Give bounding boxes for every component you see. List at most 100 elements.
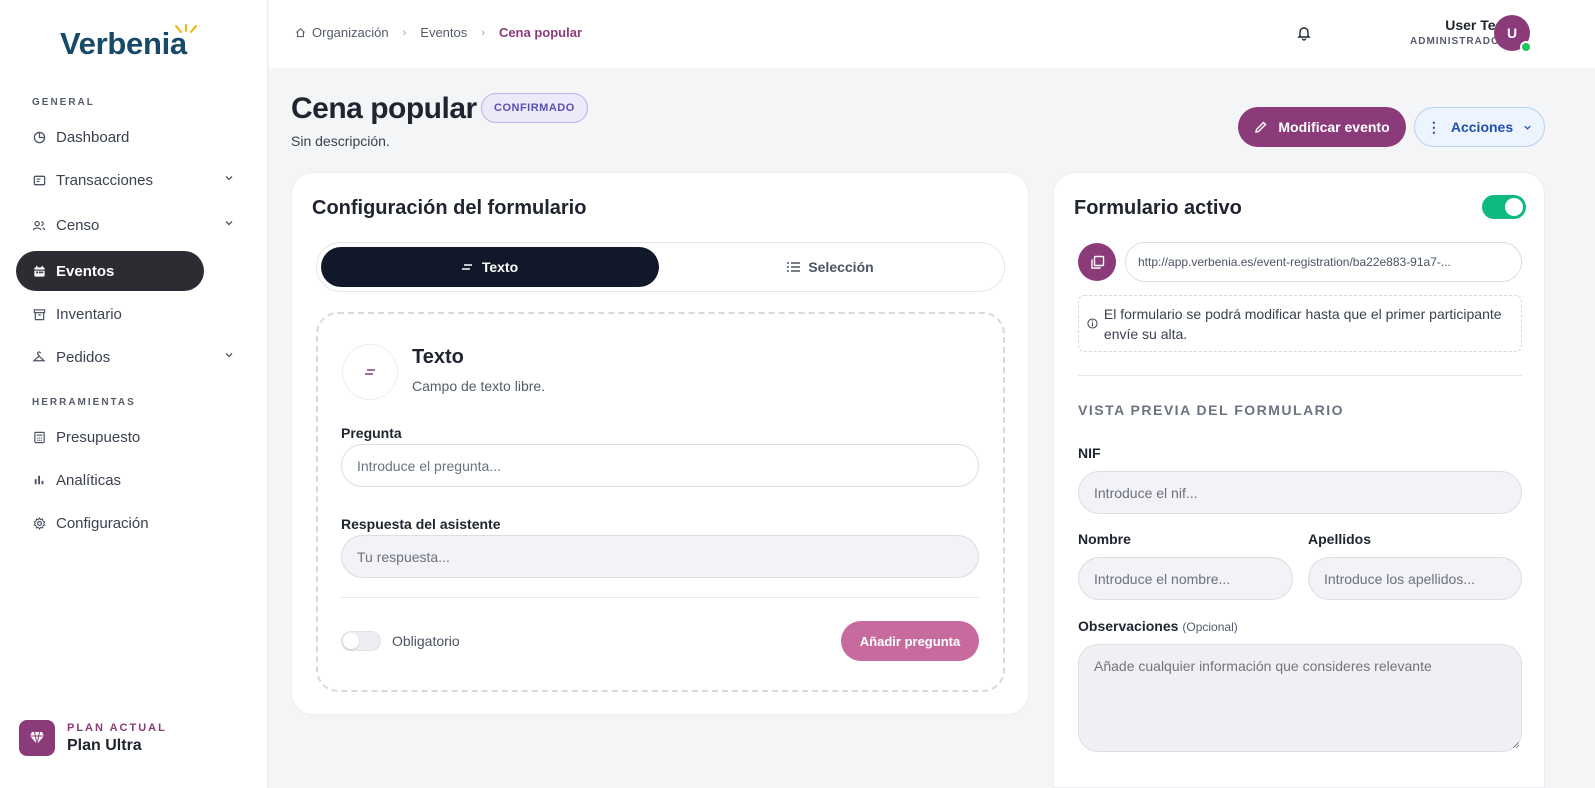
breadcrumb-current: Cena popular (498, 25, 583, 40)
edit-event-button[interactable]: Modificar evento (1238, 107, 1406, 147)
name-input[interactable] (1078, 557, 1293, 600)
tab-label: Selección (808, 259, 874, 275)
chevron-down-icon (1524, 125, 1531, 130)
notes-label-text: Observaciones (1078, 618, 1179, 634)
preview-title: VISTA PREVIA DEL FORMULARIO (1078, 402, 1345, 418)
actions-dropdown-button[interactable]: ⋮ Acciones (1414, 107, 1545, 147)
answer-preview-input[interactable] (341, 535, 979, 578)
notes-label: Observaciones (Opcional) (1078, 618, 1238, 634)
calendar-icon (32, 264, 46, 278)
sidebar-item-label: Presupuesto (56, 428, 141, 446)
pie-chart-icon (32, 130, 46, 144)
sidebar-item-label: Pedidos (56, 348, 111, 366)
text-lines-icon (461, 264, 472, 270)
surname-input[interactable] (1308, 557, 1522, 600)
info-notice: El formulario se podrá modificar hasta q… (1078, 295, 1522, 352)
sidebar-item-label: Eventos (56, 262, 115, 280)
users-icon (32, 218, 46, 232)
chevron-down-icon (225, 353, 233, 358)
current-plan[interactable]: PLAN ACTUAL Plan Ultra (19, 720, 167, 756)
section-label-general: GENERAL (32, 97, 95, 108)
required-label: Obligatorio (392, 633, 460, 649)
notes-optional: (Opcional) (1182, 620, 1238, 634)
pencil-icon (1255, 121, 1267, 133)
nif-input[interactable] (1078, 471, 1522, 514)
user-role: ADMINISTRADOR (1410, 36, 1508, 47)
sidebar-item-label: Censo (56, 216, 100, 234)
info-text: El formulario se podrá modificar hasta q… (1103, 305, 1502, 342)
sidebar-item-presupuesto[interactable]: Presupuesto (16, 417, 204, 457)
sidebar-item-censo[interactable]: Censo (16, 205, 233, 245)
sidebar-item-pedidos[interactable]: Pedidos (16, 337, 233, 377)
question-editor: Texto Campo de texto libre. Pregunta Res… (316, 312, 1005, 692)
page-description: Sin descripción. (291, 133, 390, 149)
breadcrumb-separator-icon: › (481, 26, 485, 39)
form-config-title: Configuración del formulario (312, 197, 587, 219)
required-toggle[interactable] (341, 631, 381, 651)
sidebar-item-label: Configuración (56, 514, 149, 532)
sidebar-item-label: Transacciones (56, 171, 153, 189)
plan-label: PLAN ACTUAL (67, 721, 167, 734)
question-type-subtitle: Campo de texto libre. (412, 378, 546, 394)
sidebar-item-eventos[interactable]: Eventos (16, 251, 204, 291)
copy-icon[interactable] (1078, 243, 1116, 281)
nif-label: NIF (1078, 445, 1101, 461)
resize-handle-icon[interactable] (1513, 742, 1519, 748)
sidebar-item-analiticas[interactable]: Analíticas (16, 460, 204, 500)
sidebar-item-label: Dashboard (56, 128, 130, 146)
tab-label: Texto (481, 259, 519, 275)
sidebar-item-label: Inventario (56, 305, 122, 323)
receipt-icon (32, 173, 46, 187)
active-form-toggle[interactable] (1482, 195, 1526, 219)
breadcrumb-eventos[interactable]: Eventos (420, 25, 467, 40)
more-vertical-icon: ⋮ (1426, 118, 1441, 135)
add-question-button[interactable]: Añadir pregunta (841, 621, 979, 661)
info-icon (1087, 318, 1098, 329)
actions-label: Acciones (1450, 119, 1514, 135)
divider (1078, 375, 1522, 376)
surname-label: Apellidos (1308, 531, 1372, 547)
sidebar-item-inventario[interactable]: Inventario (16, 294, 204, 334)
sidebar: Verbenia GENERAL Dashboard Transacciones… (0, 0, 268, 788)
bar-chart-icon (32, 473, 46, 487)
section-label-herramientas: HERRAMIENTAS (32, 397, 136, 408)
status-badge: CONFIRMADO (481, 93, 588, 123)
logo-spark-icon (175, 24, 197, 33)
plan-name: Plan Ultra (67, 736, 142, 754)
divider (341, 597, 979, 598)
archive-icon (32, 307, 46, 321)
hanger-icon (32, 350, 46, 364)
breadcrumb-organizacion[interactable]: Organización (312, 25, 389, 40)
calculator-icon (32, 430, 46, 444)
sidebar-item-label: Analíticas (56, 471, 122, 489)
active-form-title: Formulario activo (1074, 197, 1242, 219)
active-form-card: Formulario activo http://app.verbenia.es… (1053, 172, 1545, 788)
tab-texto[interactable]: Texto (321, 247, 659, 287)
chevron-down-icon (225, 176, 233, 181)
chevron-down-icon (225, 221, 233, 226)
bell-icon[interactable] (1295, 24, 1313, 42)
answer-label: Respuesta del asistente (341, 516, 501, 532)
gear-icon (32, 516, 46, 530)
breadcrumb-separator-icon: › (402, 26, 407, 39)
sidebar-item-transacciones[interactable]: Transacciones (16, 160, 233, 200)
list-icon (787, 262, 801, 272)
sidebar-item-dashboard[interactable]: Dashboard (16, 117, 204, 157)
brand-logo[interactable]: Verbenia (60, 26, 187, 62)
question-type-tabs: Texto Selección (316, 242, 1005, 292)
page-title: Cena popular (291, 92, 477, 125)
top-bar: Organización › Eventos › Cena popular Us… (269, 0, 1595, 68)
registration-url[interactable]: http://app.verbenia.es/event-registratio… (1125, 242, 1522, 282)
text-type-icon (342, 344, 398, 400)
name-label: Nombre (1078, 531, 1131, 547)
notes-textarea[interactable] (1078, 644, 1522, 752)
question-input[interactable] (341, 444, 979, 487)
question-type-title: Texto (412, 346, 464, 368)
home-icon (296, 28, 305, 38)
tab-seleccion[interactable]: Selección (659, 247, 1002, 287)
form-config-card: Configuración del formulario Texto Selec… (291, 172, 1029, 715)
question-label: Pregunta (341, 425, 402, 441)
online-status-dot (1520, 41, 1532, 53)
sidebar-item-configuracion[interactable]: Configuración (16, 503, 204, 543)
edit-event-label: Modificar evento (1278, 119, 1390, 135)
